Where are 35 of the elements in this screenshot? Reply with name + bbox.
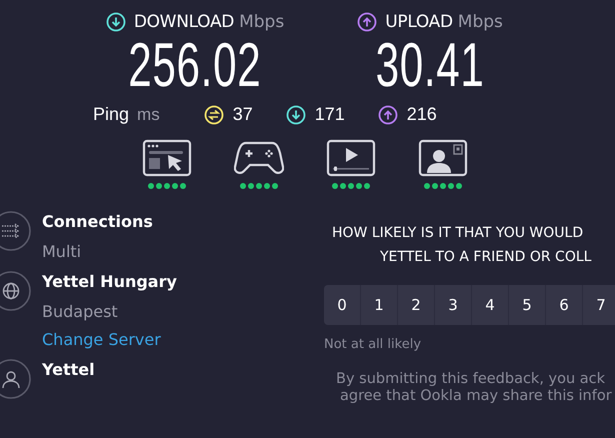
rating-option[interactable]: 6 — [546, 285, 582, 325]
video-player-icon — [326, 139, 376, 177]
detail-title: Connections — [42, 211, 153, 233]
browser-cursor-icon — [142, 139, 192, 177]
rating-option[interactable]: 4 — [472, 285, 508, 325]
speed-unit: Mbps — [239, 12, 284, 32]
idle-latency-icon — [204, 104, 224, 124]
speed-value: 30.41 — [376, 32, 485, 100]
ping-label: Ping — [93, 104, 130, 125]
rating-option[interactable]: 7 — [583, 285, 615, 325]
speed-unit: Mbps — [458, 12, 503, 32]
ping-value: 216 — [406, 104, 437, 125]
speed-label: UPLOAD — [385, 12, 453, 32]
speed-label: DOWNLOAD — [134, 12, 234, 32]
survey-question: YETTEL TO A FRIEND OR COLL — [379, 248, 592, 267]
rating-option[interactable]: 3 — [435, 285, 471, 325]
rating-option[interactable]: 1 — [361, 285, 397, 325]
rating-option[interactable]: 2 — [398, 285, 434, 325]
speed-value: 256.02 — [128, 32, 262, 100]
scale-label: Not at all likely — [324, 337, 422, 352]
feedback-note: agree that Ookla may share this infor — [339, 387, 613, 406]
ping-value: 171 — [314, 104, 345, 125]
feedback-note: By submitting this feedback, you ack — [335, 370, 606, 389]
detail-title: Yettel Hungary — [42, 271, 177, 293]
video-call-icon — [418, 139, 468, 177]
survey-question: HOW LIKELY IS IT THAT YOU WOULD — [331, 224, 584, 243]
detail-subtitle: Multi — [42, 241, 82, 263]
change-server-link[interactable]: Change Server — [42, 329, 177, 351]
detail-title: Yettel — [42, 359, 95, 381]
rating-option[interactable]: 0 — [324, 285, 360, 325]
ping-value: 37 — [232, 104, 253, 125]
detail-subtitle: Budapest — [42, 301, 119, 323]
gamepad-icon — [234, 139, 284, 177]
ping-unit: ms — [137, 104, 160, 124]
rating-option[interactable]: 5 — [509, 285, 545, 325]
